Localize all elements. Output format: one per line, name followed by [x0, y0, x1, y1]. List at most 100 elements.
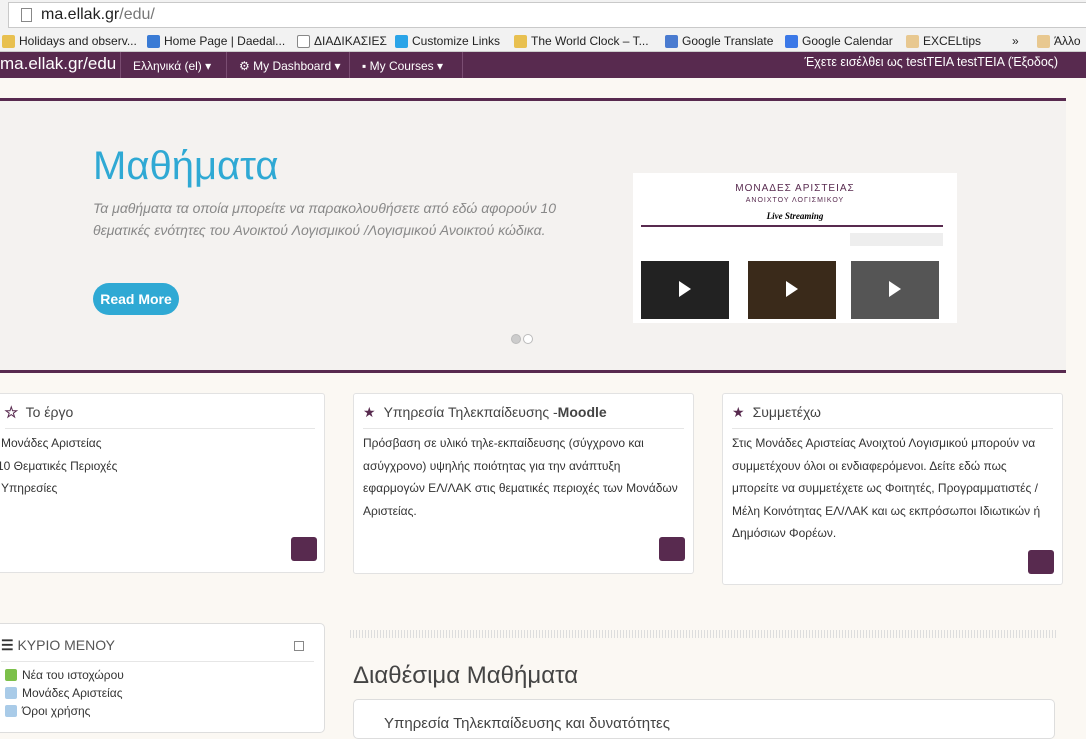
hero-image: ΜΟΝΑΔΕΣ ΑΡΙΣΤΕΙΑΣ ΑΝΟΙΧΤΟΥ ΛΟΓΙΣΜΙΚΟΥ Liv… [633, 173, 957, 323]
windows-icon [395, 34, 408, 48]
image-subtitle: ΑΝΟΙΧΤΟΥ ΛΟΓΙΣΜΙΚΟΥ [745, 197, 845, 204]
image-title: ΜΟΝΑΔΕΣ ΑΡΙΣΤΕΙΑΣ ΑΝΟΙΧΤΟΥ ΛΟΓΙΣΜΙΚΟΥ [633, 183, 957, 205]
card-title: ★ Συμμετέχω [732, 404, 1053, 429]
card-moodle: ★ Υπηρεσία Τηλεκπαίδευσης -Moodle Πρόσβασ… [353, 393, 694, 574]
page-icon [5, 705, 17, 717]
clock-icon [514, 34, 527, 48]
translate-icon [665, 34, 678, 48]
bookmark-label: Home Page | Daedal... [164, 34, 286, 48]
nav-divider [462, 52, 463, 78]
star-icon: ★ [5, 404, 19, 421]
menu-item-label: Νέα του ιστοχώρου [22, 668, 124, 682]
menu-item[interactable]: Νέα του ιστοχώρου [5, 666, 124, 684]
read-more-button[interactable]: Read More [93, 283, 179, 315]
bookmark-world-clock[interactable]: The World Clock – T... [514, 34, 649, 48]
menu-item-label: Μονάδες Αριστείας [22, 686, 123, 700]
slide-dot[interactable] [511, 334, 521, 344]
bookmark-holidays[interactable]: Holidays and observ... [2, 34, 137, 48]
menu-header: ☰ ΚΥΡΙΟ ΜΕΝΟΥ [1, 637, 115, 654]
star-icon: ★ [732, 404, 745, 420]
image-heading: Live Streaming [766, 211, 824, 221]
bookmark-google-translate[interactable]: Google Translate [665, 34, 773, 48]
top-navbar: ma.ellak.gr/edu Ελληνικά (el) ▾ ⚙ My Das… [0, 52, 1086, 78]
bookmark-google-calendar[interactable]: Google Calendar [785, 34, 893, 48]
bookmark-label: EXCELtips [923, 34, 982, 48]
card-project: ★ Το έργο Μονάδες Αριστείας 10 Θεματικές … [0, 393, 325, 573]
card-link[interactable]: Υπηρεσίες [1, 477, 315, 500]
folder-icon [1037, 34, 1050, 48]
bookmark-label: Customize Links [412, 34, 501, 48]
card-title: ★ Υπηρεσία Τηλεκπαίδευσης -Moodle [363, 404, 684, 429]
language-menu[interactable]: Ελληνικά (el) ▾ [120, 52, 223, 78]
course-category-title[interactable]: Υπηρεσία Τηλεκπαίδευσης και δυνατότητες [384, 715, 670, 732]
calendar-icon [785, 34, 798, 48]
dashboard-icon: ⚙ [239, 59, 250, 73]
image-search [850, 233, 943, 246]
card-link[interactable]: Μονάδες Αριστείας [1, 432, 315, 455]
clock-icon [2, 34, 15, 48]
dashboard-menu[interactable]: ⚙ My Dashboard ▾ [226, 52, 353, 78]
menu-divider [1, 661, 314, 662]
menu-icon: ☰ [1, 637, 14, 653]
video-thumb [641, 261, 729, 319]
card-title-text: Συμμετέχω [752, 404, 821, 420]
url-input[interactable]: ma.ellak.gr/edu/ [8, 2, 1086, 28]
available-courses-heading: Διαθέσιμα Μαθήματα [353, 662, 579, 689]
url-path: /edu/ [119, 6, 155, 23]
collapse-icon[interactable] [294, 641, 304, 651]
image-divider [641, 225, 943, 227]
star-icon: ★ [363, 404, 376, 420]
news-icon [5, 669, 17, 681]
card-link[interactable]: 10 Θεματικές Περιοχές [0, 455, 315, 478]
site-brand[interactable]: ma.ellak.gr/edu [0, 54, 116, 74]
courses-icon: ▪ [362, 59, 367, 73]
bookmark-label: Google Calendar [802, 34, 893, 48]
courses-menu[interactable]: ▪ My Courses ▾ [349, 52, 455, 78]
hero-slider: Μαθήματα Τα μαθήματα τα οποία μπορείτε ν… [0, 98, 1066, 373]
browser-address-bar: ma.ellak.gr/edu/ [0, 0, 1086, 30]
bookmarks-overflow[interactable]: » [1012, 34, 1019, 48]
bookmarks-bar: Holidays and observ... Home Page | Daeda… [0, 30, 1086, 52]
card-body: Μονάδες Αριστείας 10 Θεματικές Περιοχές … [0, 432, 315, 500]
course-category[interactable]: Υπηρεσία Τηλεκπαίδευσης και δυνατότητες [353, 699, 1055, 739]
bookmark-diadikasies[interactable]: ΔΙΑΔΙΚΑΣΙΕΣ [297, 34, 387, 48]
video-thumb [851, 261, 939, 319]
hero-text: Τα μαθήματα τα οποία μπορείτε να παρακολ… [93, 200, 557, 238]
card-go-button[interactable] [291, 537, 317, 561]
card-title-bold: Moodle [557, 404, 607, 420]
menu-item[interactable]: Μονάδες Αριστείας [5, 684, 124, 702]
card-title-text: Υπηρεσία Τηλεκπαίδευσης - [383, 404, 558, 420]
courses-label: My Courses [369, 59, 434, 73]
bookmark-label: ΔΙΑΔΙΚΑΣΙΕΣ [314, 34, 387, 48]
bookmark-label: The World Clock – T... [531, 34, 649, 48]
bookmark-customize-links[interactable]: Customize Links [395, 34, 500, 48]
bird-icon [147, 34, 160, 48]
card-body: Στις Μονάδες Αριστείας Ανοιχτού Λογισμικ… [732, 436, 1041, 540]
bookmark-label: Άλλο [1054, 34, 1081, 48]
page-icon [297, 34, 310, 48]
menu-title: ΚΥΡΙΟ ΜΕΝΟΥ [17, 637, 116, 653]
bookmark-daedalus[interactable]: Home Page | Daedal... [147, 34, 285, 48]
bookmark-label: Google Translate [682, 34, 774, 48]
url-host: ma.ellak.gr [41, 6, 120, 23]
bookmark-label: Holidays and observ... [19, 34, 137, 48]
folder-icon [906, 34, 919, 48]
card-go-button[interactable] [659, 537, 685, 561]
language-label: Ελληνικά (el) [133, 59, 202, 73]
card-title: ★ Το έργο [5, 404, 315, 429]
video-thumb [748, 261, 836, 319]
card-go-button[interactable] [1028, 550, 1054, 574]
card-title-text: Το έργο [25, 404, 74, 420]
menu-item[interactable]: Όροι χρήσης [5, 702, 124, 720]
dashboard-label: My Dashboard [253, 59, 332, 73]
main-menu-block: ☰ ΚΥΡΙΟ ΜΕΝΟΥ Νέα του ιστοχώρου Μονάδες … [0, 623, 325, 733]
card-participate: ★ Συμμετέχω Στις Μονάδες Αριστείας Ανοιχτ… [722, 393, 1063, 585]
section-separator [350, 630, 1056, 638]
bookmark-exceltips[interactable]: EXCELtips [906, 34, 981, 48]
page-icon [21, 8, 32, 22]
slide-dot[interactable] [523, 334, 533, 344]
slider-dots [511, 334, 533, 344]
page-icon [5, 687, 17, 699]
login-info[interactable]: Έχετε εισέλθει ως testTEIA testTEIA (Έξο… [804, 55, 1058, 69]
bookmark-other[interactable]: Άλλο [1037, 34, 1081, 48]
